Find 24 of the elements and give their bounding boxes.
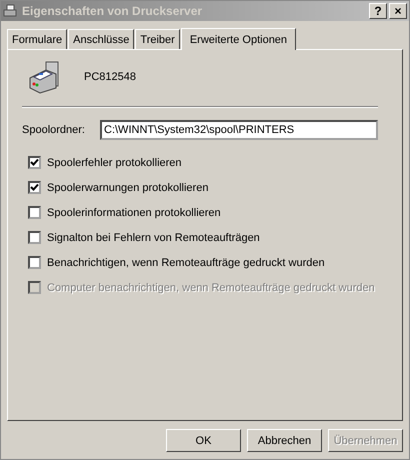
checkbox-label: Signalton bei Fehlern von Remoteaufträgen <box>47 232 260 244</box>
tab[interactable]: Treiber <box>135 29 180 49</box>
tab[interactable]: Erweiterte Optionen <box>180 28 296 50</box>
server-name: PC812548 <box>84 71 136 83</box>
checkbox-label: Computer benachrichtigen, wenn Remoteaufträge gedruckt wurden <box>47 282 375 294</box>
checkbox[interactable] <box>28 256 41 269</box>
checkbox-label: Benachrichtigen, wenn Remoteaufträge gedruckt wurden <box>47 256 325 268</box>
help-button[interactable]: ? <box>369 3 387 19</box>
spool-folder-field[interactable]: C:\WINNT\System32\spool\PRINTERS <box>100 120 378 140</box>
checkbox[interactable] <box>28 206 41 219</box>
close-button[interactable]: × <box>389 3 407 19</box>
window-title: Eigenschaften von Druckserver <box>22 4 204 18</box>
tab[interactable]: Formulare <box>7 29 68 49</box>
dialog-button[interactable]: Abbrechen <box>247 429 322 452</box>
checkbox-label: Spoolerinformationen protokollieren <box>47 206 221 218</box>
checkbox-label: Spoolerwarnungen protokollieren <box>47 182 208 194</box>
printer-icon <box>3 4 19 18</box>
checkbox[interactable] <box>28 231 41 244</box>
checkbox-label: Spoolerfehler protokollieren <box>47 156 182 168</box>
dialog-button[interactable]: OK <box>166 429 241 452</box>
checkbox[interactable] <box>28 181 41 194</box>
checkbox[interactable] <box>28 156 41 169</box>
field-label: Spoolordner: <box>22 124 85 136</box>
tab[interactable]: Anschlüsse <box>68 29 134 49</box>
